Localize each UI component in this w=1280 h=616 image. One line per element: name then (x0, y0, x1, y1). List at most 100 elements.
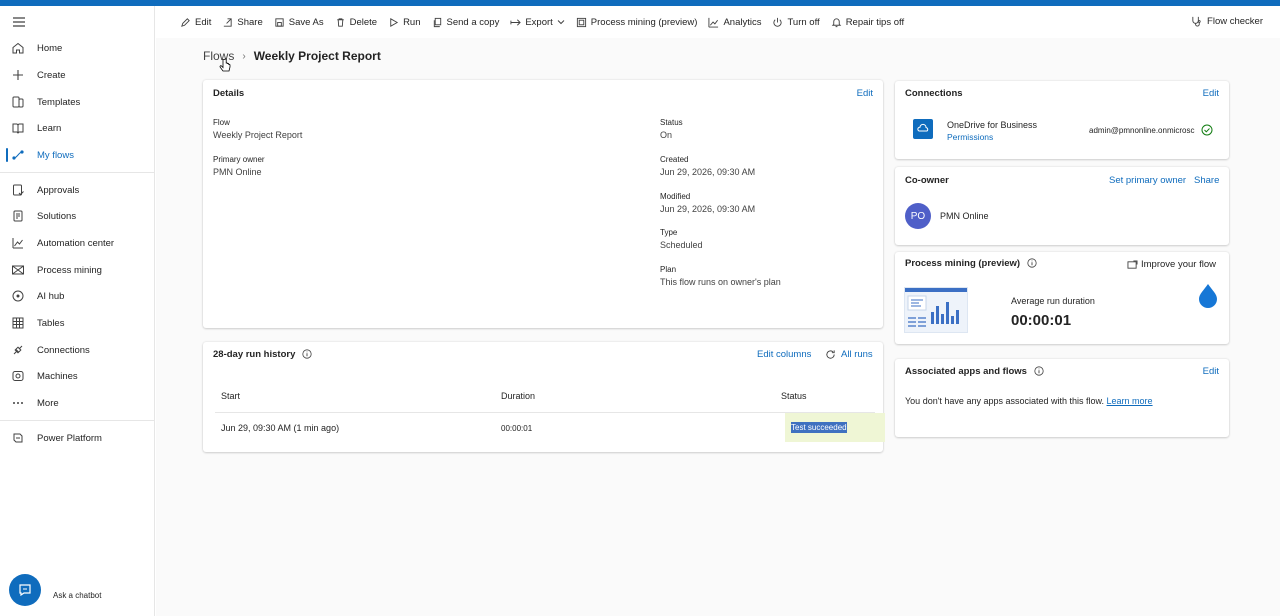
sidebar-item-solutions[interactable]: Solutions (0, 205, 154, 227)
analytics-button[interactable]: Analytics (708, 17, 761, 28)
save-as-label: Save As (288, 16, 324, 28)
sidebar-item-templates[interactable]: Templates (0, 91, 154, 113)
info-icon[interactable] (302, 349, 312, 360)
connections-title: Connections (905, 88, 963, 99)
sidebar-item-automation-center[interactable]: Automation center (0, 232, 154, 254)
process-mining-button[interactable]: Process mining (preview) (576, 16, 698, 28)
sidebar-item-ai-hub[interactable]: AI hub (0, 285, 154, 307)
flow-label: Flow (213, 118, 230, 127)
sidebar-item-power-platform[interactable]: Power Platform (0, 427, 154, 449)
edit-columns-link[interactable]: Edit columns (757, 349, 811, 360)
avatar: PO (905, 203, 931, 229)
sidebar-item-label: Approvals (37, 184, 80, 196)
save-as-button[interactable]: Save As (274, 17, 324, 28)
status-badge-text: Test succeeded (791, 422, 847, 433)
sidebar-divider (0, 172, 154, 173)
home-icon (12, 42, 24, 54)
table-row[interactable]: Jun 29, 09:30 AM (1 min ago) 00:00:01 Te… (215, 412, 885, 442)
sidebar-item-home[interactable]: Home (0, 37, 154, 59)
share-button[interactable]: Share (222, 16, 263, 28)
sidebar-item-label: AI hub (37, 290, 65, 302)
hamburger-menu-icon[interactable] (12, 15, 26, 29)
process-mining-title: Process mining (preview) (905, 258, 1037, 269)
sidebar-item-process-mining[interactable]: Process mining (0, 259, 154, 281)
copy-icon (433, 17, 441, 27)
associated-apps-card: Associated apps and flows Edit You don't… (895, 359, 1229, 437)
status-label: Status (660, 118, 683, 127)
connections-edit-link[interactable]: Edit (1203, 88, 1219, 99)
sidebar-item-tables[interactable]: Tables (0, 312, 154, 334)
set-primary-owner-link[interactable]: Set primary owner (1109, 175, 1186, 186)
owner-value: PMN Online (213, 167, 262, 177)
sidebar-item-create[interactable]: Create (0, 64, 154, 86)
sidebar-item-approvals[interactable]: Approvals (0, 179, 154, 201)
sidebar-item-label: Templates (37, 96, 81, 108)
turn-off-button[interactable]: Turn off (772, 17, 820, 28)
sidebar-item-learn[interactable]: Learn (0, 117, 154, 139)
export-icon (510, 18, 522, 26)
approvals-icon (13, 184, 24, 196)
sidebar-item-connections[interactable]: Connections (0, 339, 154, 361)
open-external-icon (1127, 259, 1138, 269)
learn-more-link[interactable]: Learn more (1107, 396, 1153, 406)
type-value: Scheduled (660, 240, 703, 250)
sidebar-item-label: Automation center (37, 237, 115, 249)
water-drop-icon (1199, 284, 1217, 308)
coowner-share-link[interactable]: Share (1194, 175, 1219, 186)
templates-icon (12, 96, 24, 108)
connections-icon (13, 345, 23, 355)
page-title: Weekly Project Report (253, 49, 381, 63)
process-mining-label: Process mining (preview) (590, 16, 698, 28)
sidebar-item-my-flows[interactable]: My flows (0, 144, 154, 166)
improve-flow-link[interactable]: Improve your flow (1127, 259, 1216, 270)
process-mining-title-text: Process mining (preview) (905, 258, 1021, 269)
flows-icon (12, 150, 24, 160)
info-icon[interactable] (1033, 366, 1044, 377)
more-icon (13, 402, 23, 404)
coowner-title: Co-owner (905, 175, 949, 186)
coowner-card: Co-owner Set primary owner Share PO PMN … (895, 167, 1229, 245)
run-history-title: 28-day run history (213, 349, 312, 360)
pencil-icon (181, 17, 190, 27)
delete-button[interactable]: Delete (335, 17, 377, 28)
avg-duration-label: Average run duration (1011, 296, 1095, 306)
column-header-duration[interactable]: Duration (501, 391, 535, 401)
edit-label: Edit (195, 16, 212, 28)
sidebar-item-more[interactable]: More (0, 392, 154, 414)
send-copy-button[interactable]: Send a copy (432, 17, 499, 28)
created-value: Jun 29, 2026, 09:30 AM (660, 167, 756, 177)
column-header-start[interactable]: Start (221, 391, 240, 401)
sidebar-item-machines[interactable]: Machines (0, 365, 154, 387)
chatbot-button[interactable] (9, 574, 41, 606)
hand-cursor-icon (219, 58, 231, 72)
export-button[interactable]: Export (510, 16, 565, 28)
run-history-card: 28-day run history Edit columns All runs… (203, 342, 885, 452)
share-label: Share (237, 16, 263, 28)
details-edit-link[interactable]: Edit (857, 88, 873, 99)
edit-button[interactable]: Edit (180, 17, 211, 28)
associated-edit-link[interactable]: Edit (1203, 366, 1219, 377)
run-label: Run (403, 16, 421, 28)
share-icon (224, 17, 232, 27)
column-header-status[interactable]: Status (781, 391, 807, 401)
associated-text: You don't have any apps associated with … (905, 396, 1153, 406)
sidebar-item-label: Machines (37, 370, 78, 382)
info-icon[interactable] (1027, 258, 1037, 269)
run-duration: 00:00:01 (501, 424, 533, 433)
repair-tips-button[interactable]: Repair tips off (831, 17, 904, 28)
chevron-down-icon (557, 20, 565, 25)
avg-duration-value: 00:00:01 (1011, 312, 1072, 329)
refresh-icon (826, 350, 835, 359)
all-runs-label: All runs (841, 349, 873, 360)
status-value: On (660, 130, 673, 140)
all-runs-link[interactable]: All runs (825, 349, 873, 360)
flow-checker-button[interactable]: Flow checker (1191, 16, 1263, 27)
chevron-right-icon: › (242, 50, 246, 62)
run-button[interactable]: Run (388, 16, 421, 28)
permissions-link[interactable]: Permissions (947, 132, 993, 142)
sidebar-item-label: Tables (37, 317, 65, 329)
plan-value: This flow runs on owner's plan (660, 277, 781, 287)
process-mining-card: Process mining (preview) Improve your fl… (895, 252, 1229, 344)
sidebar-item-label: Create (37, 69, 66, 81)
export-label: Export (525, 16, 553, 28)
